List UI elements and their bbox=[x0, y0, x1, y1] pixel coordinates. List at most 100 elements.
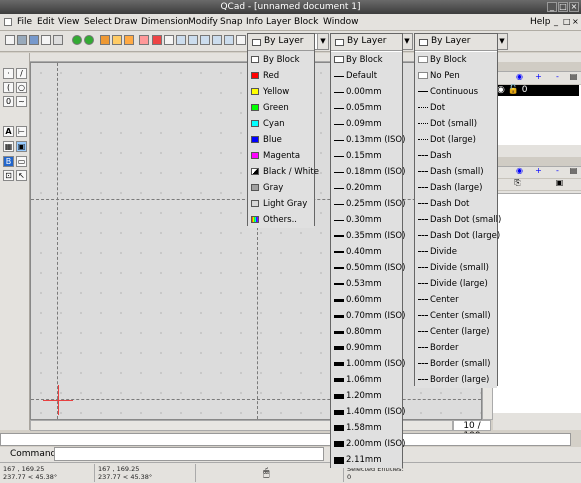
width-option-default[interactable]: Default bbox=[331, 68, 402, 84]
splines-tool-icon[interactable]: ~ bbox=[16, 96, 27, 107]
width-option-1-00mm-iso[interactable]: 1.00mm (ISO) bbox=[331, 356, 405, 372]
menu-window[interactable]: Window bbox=[323, 17, 359, 27]
zoom-window-icon[interactable] bbox=[224, 35, 234, 45]
menu-layer[interactable]: Layer bbox=[266, 17, 291, 27]
menu-info[interactable]: Info bbox=[246, 17, 263, 27]
linetype-option-dot[interactable]: Dot bbox=[415, 100, 497, 116]
width-option-0-15mm[interactable]: 0.15mm bbox=[331, 148, 402, 164]
edit-block-icon[interactable]: ▤ bbox=[569, 167, 578, 176]
command-input[interactable] bbox=[54, 447, 324, 461]
dimensions-tool-icon[interactable]: ⊢ bbox=[16, 126, 27, 137]
width-dropdown-list[interactable]: By Layer By Block Default 0.00mm 0.05mm 0.09… bbox=[330, 33, 405, 468]
remove-block-button[interactable]: - bbox=[553, 167, 562, 176]
color-option-blue[interactable]: Blue bbox=[248, 132, 314, 148]
menu-dimension[interactable]: Dimension bbox=[141, 17, 189, 27]
width-option-0-18mm-iso[interactable]: 0.18mm (ISO) bbox=[331, 164, 405, 180]
open-file-icon[interactable] bbox=[17, 35, 27, 45]
zoom-auto-icon[interactable] bbox=[200, 35, 210, 45]
chevron-down-icon[interactable]: ▼ bbox=[317, 34, 328, 49]
linetype-option-center-large[interactable]: Center (large) bbox=[415, 324, 497, 340]
snap-tool-icon[interactable]: ⊡ bbox=[3, 170, 14, 181]
linetype-option-border-large[interactable]: Border (large) bbox=[415, 372, 497, 388]
show-all-blocks-icon[interactable]: ◉ bbox=[515, 167, 524, 176]
add-block-button[interactable]: + bbox=[534, 167, 543, 176]
width-option-0-60mm[interactable]: 0.60mm bbox=[331, 292, 402, 308]
block-list[interactable] bbox=[493, 193, 581, 413]
cut-icon[interactable] bbox=[100, 35, 110, 45]
width-option-0-05mm[interactable]: 0.05mm bbox=[331, 100, 402, 116]
linetype-list-header[interactable]: By Layer bbox=[415, 34, 497, 51]
print-icon[interactable] bbox=[41, 35, 51, 45]
layer-row-current[interactable]: ◉ 🔓 0 bbox=[495, 85, 579, 96]
lines-tool-icon[interactable]: / bbox=[16, 68, 27, 79]
mdi-close-button[interactable]: × bbox=[572, 17, 579, 26]
linetype-option-border-small[interactable]: Border (small) bbox=[415, 356, 497, 372]
linetype-option-center-small[interactable]: Center (small) bbox=[415, 308, 497, 324]
maximize-button[interactable]: □ bbox=[558, 2, 568, 12]
menu-block[interactable]: Block bbox=[294, 17, 318, 27]
linetype-option-dash-dot-small[interactable]: Dash Dot (small) bbox=[415, 212, 501, 228]
color-option-magenta[interactable]: Magenta bbox=[248, 148, 314, 164]
width-option-0-30mm[interactable]: 0.30mm bbox=[331, 212, 402, 228]
zoom-out-icon[interactable] bbox=[188, 35, 198, 45]
width-option-1-20mm[interactable]: 1.20mm bbox=[331, 388, 402, 404]
color-option-red[interactable]: Red bbox=[248, 68, 314, 84]
width-option-by-block[interactable]: By Block bbox=[331, 52, 402, 68]
linetype-option-by-block[interactable]: By Block bbox=[415, 52, 497, 68]
paste-icon[interactable] bbox=[124, 35, 134, 45]
linetype-option-dash-dot-large[interactable]: Dash Dot (large) bbox=[415, 228, 500, 244]
minimize-button[interactable]: _ bbox=[547, 2, 557, 12]
draft-icon[interactable] bbox=[152, 35, 162, 45]
linetype-option-divide[interactable]: Divide bbox=[415, 244, 497, 260]
zoom-previous-icon[interactable] bbox=[212, 35, 222, 45]
print-preview-icon[interactable] bbox=[53, 35, 63, 45]
linetype-option-center[interactable]: Center bbox=[415, 292, 497, 308]
new-file-icon[interactable] bbox=[5, 35, 15, 45]
color-option-black-white[interactable]: Black / White bbox=[248, 164, 319, 180]
width-option-0-35mm-iso[interactable]: 0.35mm (ISO) bbox=[331, 228, 405, 244]
linetype-option-dot-small[interactable]: Dot (small) bbox=[415, 116, 497, 132]
color-option-cyan[interactable]: Cyan bbox=[248, 116, 314, 132]
zoom-in-icon[interactable] bbox=[176, 35, 186, 45]
color-option-green[interactable]: Green bbox=[248, 100, 314, 116]
block-tool-icon[interactable]: B bbox=[3, 156, 14, 167]
title-bar[interactable]: QCad - [unnamed document 1] _ □ × bbox=[0, 0, 581, 14]
remove-layer-button[interactable]: - bbox=[553, 73, 562, 82]
grid-icon[interactable] bbox=[139, 35, 149, 45]
menu-edit[interactable]: Edit bbox=[37, 17, 54, 27]
linetype-dropdown-list[interactable]: By Layer By Block No Pen Continuous Dot Dot … bbox=[414, 33, 501, 388]
width-option-0-70mm-iso[interactable]: 0.70mm (ISO) bbox=[331, 308, 405, 324]
width-option-0-53mm[interactable]: 0.53mm bbox=[331, 276, 402, 292]
menu-view[interactable]: View bbox=[58, 17, 79, 27]
circles-tool-icon[interactable]: ○ bbox=[16, 82, 27, 93]
linetype-option-dash-dot[interactable]: Dash Dot bbox=[415, 196, 497, 212]
linetype-option-dash-large[interactable]: Dash (large) bbox=[415, 180, 497, 196]
width-option-0-00mm[interactable]: 0.00mm bbox=[331, 84, 402, 100]
width-option-0-50mm-iso[interactable]: 0.50mm (ISO) bbox=[331, 260, 405, 276]
redraw-icon[interactable] bbox=[164, 35, 174, 45]
points-tool-icon[interactable]: · bbox=[3, 68, 14, 79]
color-option-by-block[interactable]: By Block bbox=[248, 52, 314, 68]
save-icon[interactable] bbox=[29, 35, 39, 45]
text-tool-icon[interactable]: A bbox=[3, 126, 14, 137]
mdi-minimize-button[interactable]: _ bbox=[554, 17, 558, 26]
menu-modify[interactable]: Modify bbox=[188, 17, 218, 27]
color-option-others[interactable]: Others.. bbox=[248, 212, 314, 228]
mdi-restore-button[interactable]: □ bbox=[563, 17, 571, 26]
color-list-header[interactable]: By Layer bbox=[248, 34, 314, 51]
add-layer-button[interactable]: + bbox=[534, 73, 543, 82]
linetype-option-divide-large[interactable]: Divide (large) bbox=[415, 276, 497, 292]
width-list-header[interactable]: By Layer bbox=[331, 34, 402, 51]
color-option-light-gray[interactable]: Light Gray bbox=[248, 196, 314, 212]
select-tool-icon[interactable]: ↖ bbox=[16, 170, 27, 181]
block-attribute-icon[interactable]: ▣ bbox=[555, 179, 564, 188]
width-option-0-80mm[interactable]: 0.80mm bbox=[331, 324, 402, 340]
color-option-gray[interactable]: Gray bbox=[248, 180, 314, 196]
color-dropdown-list[interactable]: By Layer By Block Red Yellow Green Cyan Blue M… bbox=[247, 33, 319, 228]
width-option-2-11mm[interactable]: 2.11mm bbox=[331, 452, 402, 468]
undo-icon[interactable] bbox=[72, 35, 82, 45]
width-option-0-13mm-iso[interactable]: 0.13mm (ISO) bbox=[331, 132, 405, 148]
linetype-option-dash[interactable]: Dash bbox=[415, 148, 497, 164]
edit-layer-icon[interactable]: ▤ bbox=[569, 73, 578, 82]
redo-icon[interactable] bbox=[84, 35, 94, 45]
